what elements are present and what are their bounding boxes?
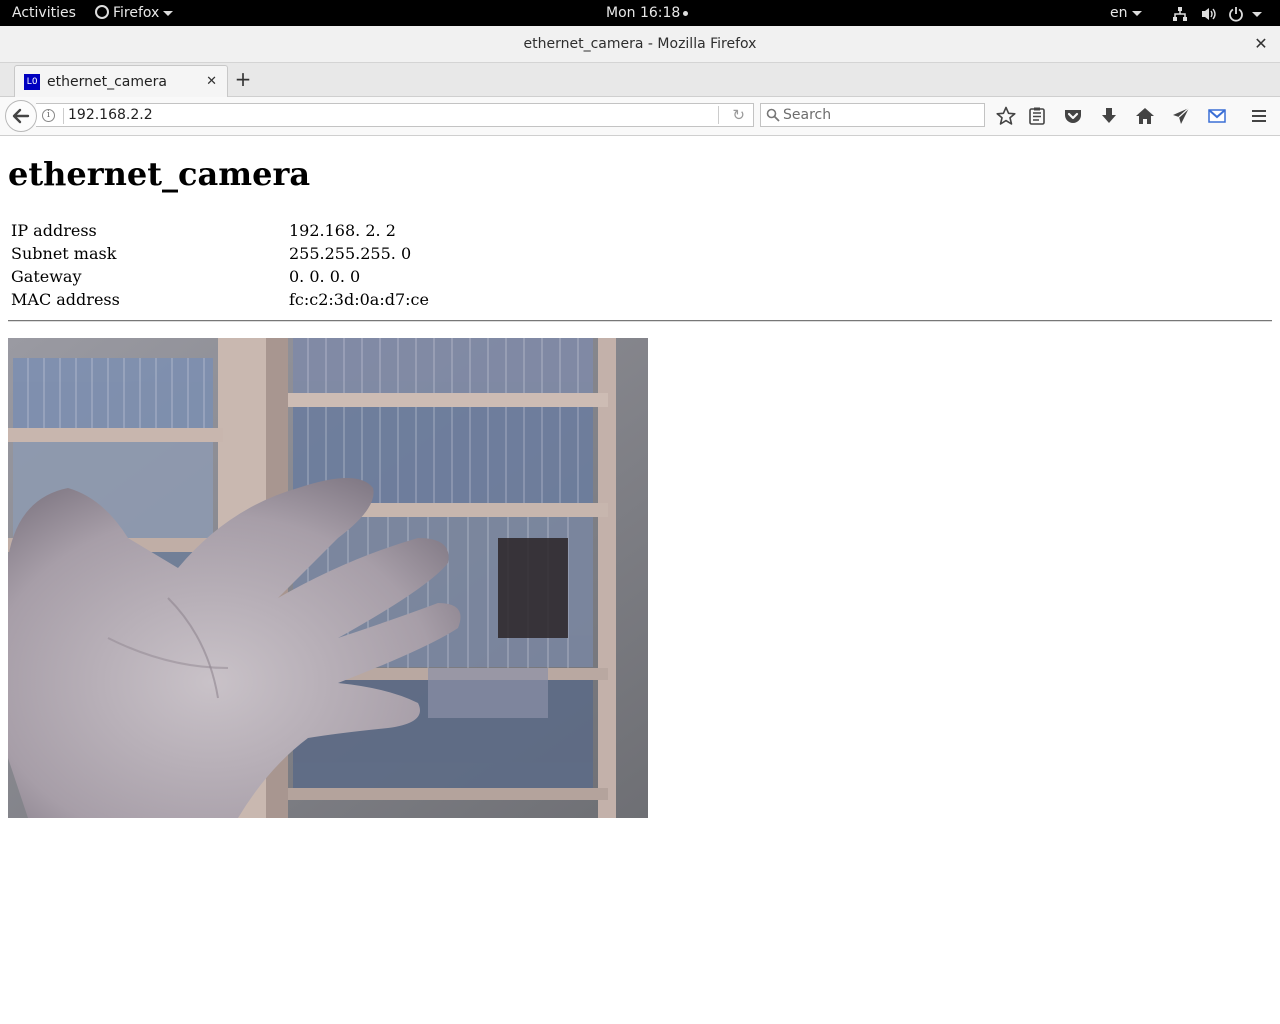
gateway-label: Gateway	[11, 267, 82, 286]
ip-address-label: IP address	[11, 221, 97, 240]
network-icon[interactable]	[1172, 5, 1188, 21]
tab-label: ethernet_camera	[47, 74, 167, 90]
chevron-down-icon	[163, 10, 174, 16]
notification-dot-icon	[683, 10, 689, 16]
reload-icon[interactable]: ↻	[732, 105, 745, 125]
pocket-icon[interactable]	[1062, 105, 1084, 127]
clock-label: Mon 16:18	[606, 5, 681, 21]
app-menu-label: Firefox	[113, 5, 160, 21]
power-icon	[1229, 7, 1243, 22]
gmail-icon[interactable]	[1206, 105, 1228, 127]
hamburger-menu-icon[interactable]	[1248, 105, 1270, 127]
language-label: en	[1110, 5, 1128, 21]
mac-address-label: MAC address	[11, 290, 120, 309]
url-divider	[718, 106, 719, 124]
subnet-mask-value: 255.255.255. 0	[289, 244, 412, 263]
chevron-down-icon	[1131, 10, 1142, 16]
new-tab-button[interactable]: +	[233, 67, 253, 91]
download-icon[interactable]	[1098, 105, 1120, 127]
power-menu[interactable]	[1228, 5, 1262, 22]
search-input[interactable]	[783, 105, 978, 125]
ip-address-value: 192.168. 2. 2	[289, 221, 396, 240]
navigation-toolbar: i 192.168.2.2 ↻	[0, 97, 1280, 136]
url-bar[interactable]: i 192.168.2.2 ↻	[36, 103, 754, 127]
volume-icon[interactable]	[1200, 5, 1218, 21]
bookmark-star-icon[interactable]	[995, 105, 1017, 127]
favicon-icon: LO	[24, 74, 40, 90]
tab-strip: LO ethernet_camera ✕ +	[0, 63, 1280, 97]
table-row: IP address 192.168. 2. 2	[10, 220, 430, 241]
back-arrow-icon	[12, 108, 30, 124]
camera-image	[8, 338, 648, 818]
search-icon	[766, 108, 780, 122]
clock-button[interactable]: Mon 16:18	[606, 0, 689, 26]
back-button[interactable]	[5, 100, 37, 132]
page-content: ethernet_camera IP address 192.168. 2. 2…	[0, 137, 1280, 1024]
close-window-icon[interactable]: ✕	[1252, 35, 1270, 53]
mac-address-value: fc:c2:3d:0a:d7:ce	[289, 290, 429, 309]
table-row: Subnet mask 255.255.255. 0	[10, 243, 430, 264]
window-title: ethernet_camera - Mozilla Firefox	[523, 36, 757, 52]
url-text[interactable]: 192.168.2.2	[68, 104, 153, 126]
app-menu-button[interactable]: Firefox	[95, 0, 174, 26]
url-divider	[63, 108, 64, 124]
home-icon[interactable]	[1134, 105, 1156, 127]
window-titlebar: ethernet_camera - Mozilla Firefox ✕	[0, 26, 1280, 63]
gateway-value: 0. 0. 0. 0	[289, 267, 361, 286]
subnet-mask-label: Subnet mask	[11, 244, 117, 263]
site-info-icon[interactable]: i	[42, 109, 55, 122]
horizontal-rule	[8, 320, 1272, 322]
page-title: ethernet_camera	[8, 155, 311, 193]
table-row: Gateway 0. 0. 0. 0	[10, 266, 430, 287]
tab-ethernet-camera[interactable]: LO ethernet_camera ✕	[14, 65, 228, 97]
activities-button[interactable]: Activities	[12, 0, 76, 26]
reading-list-icon[interactable]	[1026, 105, 1048, 127]
table-row: MAC address fc:c2:3d:0a:d7:ce	[10, 289, 430, 310]
language-menu[interactable]: en	[1110, 0, 1142, 26]
chevron-down-icon	[1252, 12, 1262, 17]
network-info-table: IP address 192.168. 2. 2 Subnet mask 255…	[8, 218, 432, 312]
search-bar[interactable]	[760, 103, 985, 127]
send-icon[interactable]	[1170, 105, 1192, 127]
firefox-icon	[95, 5, 109, 19]
gnome-top-bar: Activities Firefox Mon 16:18 en	[0, 0, 1280, 26]
close-tab-icon[interactable]: ✕	[206, 66, 217, 98]
